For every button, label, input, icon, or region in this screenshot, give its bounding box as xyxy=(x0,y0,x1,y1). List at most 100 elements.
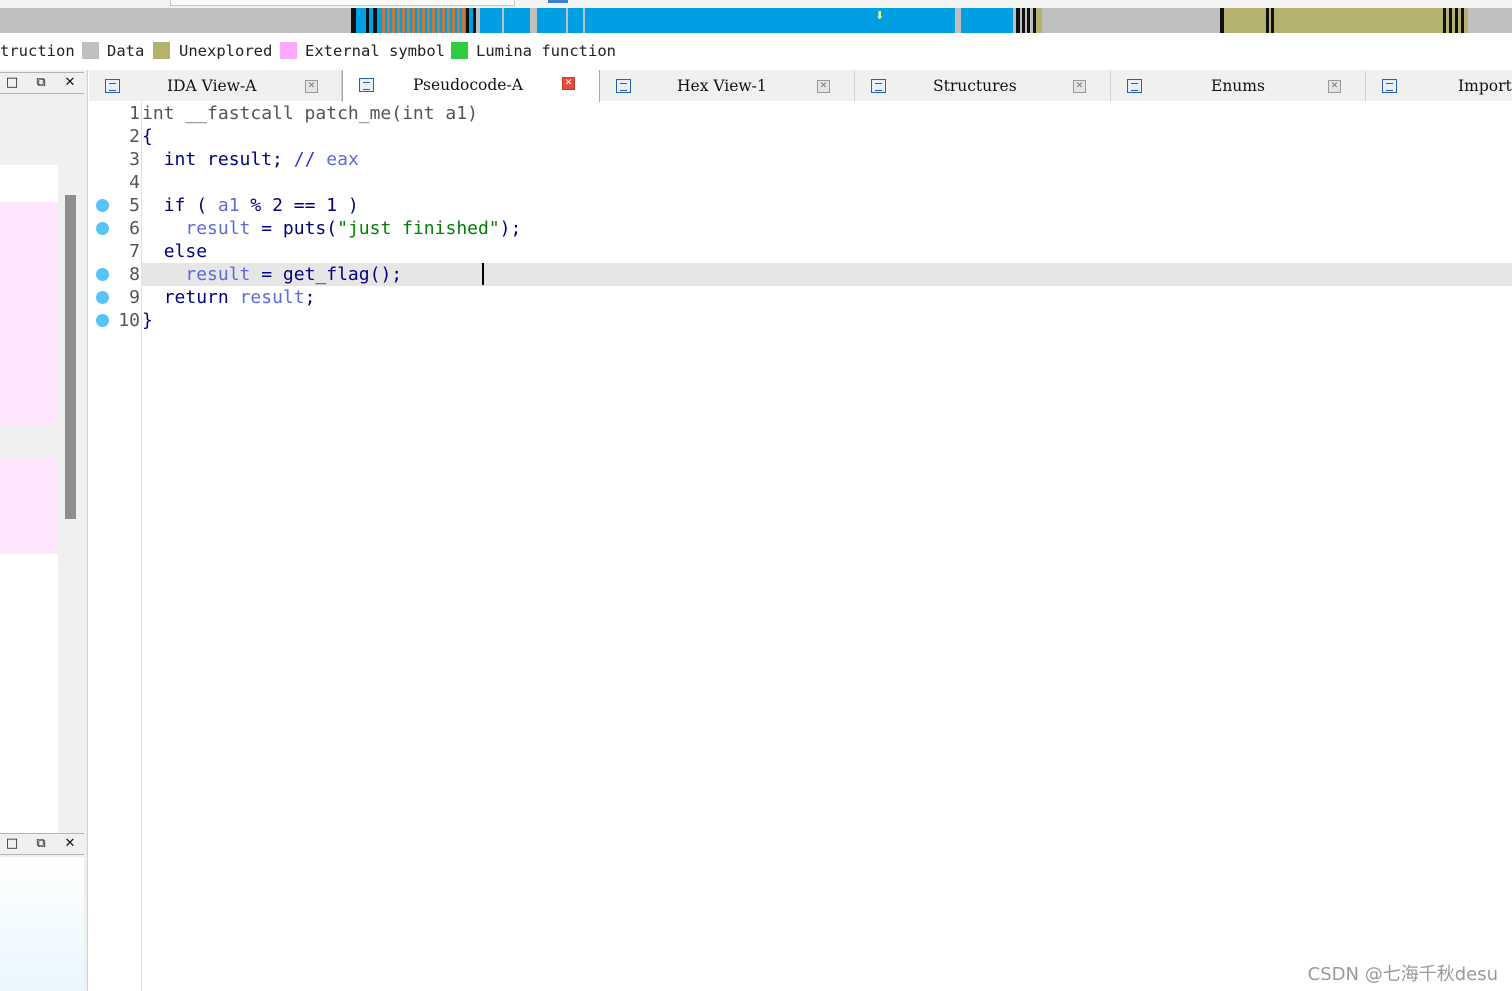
close-icon[interactable]: ✕ xyxy=(562,77,575,90)
line-number: 4 xyxy=(129,172,140,193)
maximize-icon[interactable]: □ xyxy=(4,75,20,91)
legend-label-lumina-function: Lumina function xyxy=(476,42,616,60)
code-token: ( xyxy=(326,218,338,239)
code-token: ); xyxy=(499,218,522,239)
tab-enums[interactable]: Enums ✕ xyxy=(1111,71,1366,101)
code-token-variable: result xyxy=(185,264,251,285)
enums-icon xyxy=(1127,79,1142,93)
graph-overview-panel[interactable] xyxy=(0,857,84,991)
code-line[interactable]: 10 } xyxy=(89,309,1512,332)
nav-legend: truction Data Unexplored External symbol… xyxy=(0,36,1512,66)
pseudocode-editor[interactable]: 1 int __fastcall patch_me(int a1) 2 { 3 … xyxy=(89,102,1512,991)
nav-segment xyxy=(1271,8,1274,33)
code-token: ; xyxy=(304,287,316,308)
nav-segment xyxy=(1461,8,1464,33)
float-window-icon[interactable]: ⧉ xyxy=(33,75,49,91)
tab-label: Hex View-1 xyxy=(677,77,767,95)
left-panel: □ ⧉ ✕ □ ⧉ ✕ xyxy=(0,70,88,991)
tab-pseudocode-a[interactable]: Pseudocode-A ✕ xyxy=(342,70,600,102)
code-token: % 2 == 1 ) xyxy=(239,195,359,216)
nav-segment xyxy=(502,8,504,33)
nav-segment xyxy=(583,8,585,33)
code-line[interactable]: 6 result = puts("just finished"); xyxy=(89,217,1512,240)
nav-segment xyxy=(480,8,530,33)
left-panel-top-titlebar: □ ⧉ ✕ xyxy=(0,72,84,94)
watermark: CSDN @七海千秋desu xyxy=(1307,964,1498,985)
code-line[interactable]: 9 return result; xyxy=(89,286,1512,309)
code-text: result = get_flag(); xyxy=(142,263,402,286)
navigation-band[interactable]: ⬇ xyxy=(0,8,1512,33)
breakpoint-marker[interactable] xyxy=(96,314,109,327)
left-panel-bottom-titlebar: □ ⧉ ✕ xyxy=(0,833,84,855)
code-token-string: "just finished" xyxy=(337,218,500,239)
close-icon[interactable]: ✕ xyxy=(1328,80,1341,93)
line-number: 9 xyxy=(129,287,140,308)
vertical-scrollbar-thumb[interactable] xyxy=(65,195,76,519)
tab-label: Enums xyxy=(1211,77,1265,95)
nav-segment xyxy=(566,8,568,33)
top-strip xyxy=(0,0,1512,8)
tab-imports[interactable]: Import xyxy=(1366,71,1512,101)
code-text: int result; // eax xyxy=(142,148,359,171)
code-line-current[interactable]: 8 result = get_flag(); xyxy=(89,263,1512,286)
close-icon[interactable]: ✕ xyxy=(62,75,78,91)
breakpoint-marker[interactable] xyxy=(96,199,109,212)
nav-segment xyxy=(1266,8,1269,33)
tab-ida-view-a[interactable]: IDA View-A ✕ xyxy=(89,71,342,101)
nav-segment-unexplored xyxy=(1224,8,1468,33)
code-token-keyword: int xyxy=(163,149,197,170)
legend-swatch-data xyxy=(82,42,99,59)
code-line[interactable]: 3 int result; // eax xyxy=(89,148,1512,171)
legend-swatch-unexplored xyxy=(153,42,170,59)
breakpoint-marker[interactable] xyxy=(96,222,109,235)
close-icon[interactable]: ✕ xyxy=(1073,80,1086,93)
nav-segment xyxy=(1455,8,1458,33)
code-line[interactable]: 1 int __fastcall patch_me(int a1) xyxy=(89,102,1512,125)
code-token-function[interactable]: puts xyxy=(283,218,326,239)
imports-icon xyxy=(1382,79,1397,93)
nav-segment xyxy=(356,8,366,33)
breakpoint-marker[interactable] xyxy=(96,268,109,281)
code-text: return result; xyxy=(142,286,316,309)
code-line[interactable]: 7 else xyxy=(89,240,1512,263)
toolbar-marker xyxy=(548,0,568,3)
close-icon[interactable]: ✕ xyxy=(62,836,78,852)
tab-hex-view-1[interactable]: Hex View-1 ✕ xyxy=(600,71,855,101)
legend-label-unexplored: Unexplored xyxy=(179,42,273,60)
code-token: = xyxy=(250,264,283,285)
tab-label: IDA View-A xyxy=(167,77,257,95)
code-token-variable: result xyxy=(239,287,305,308)
close-icon[interactable]: ✕ xyxy=(817,80,830,93)
code-token: (); xyxy=(369,264,403,285)
close-icon[interactable]: ✕ xyxy=(305,80,318,93)
code-line[interactable]: 2 { xyxy=(89,125,1512,148)
code-token-comment: // xyxy=(282,149,327,170)
tab-structures[interactable]: Structures ✕ xyxy=(855,71,1111,101)
float-window-icon[interactable]: ⧉ xyxy=(33,836,49,852)
tab-label: Import xyxy=(1458,77,1512,95)
code-text: int __fastcall patch_me(int a1) xyxy=(142,103,478,124)
line-number: 8 xyxy=(129,264,140,285)
code-token: result; xyxy=(196,149,283,170)
breakpoint-marker[interactable] xyxy=(96,291,109,304)
nav-segment-unexplored xyxy=(1036,8,1042,33)
line-number: 7 xyxy=(129,241,140,262)
function-list-row-external[interactable] xyxy=(0,202,58,426)
function-list-row-external[interactable] xyxy=(0,458,58,554)
legend-label-data: Data xyxy=(107,42,145,60)
tab-bar: IDA View-A ✕ Pseudocode-A ✕ Hex View-1 ✕… xyxy=(89,70,1512,102)
code-text: if ( a1 % 2 == 1 ) xyxy=(142,194,359,217)
code-line[interactable]: 5 if ( a1 % 2 == 1 ) xyxy=(89,194,1512,217)
legend-swatch-lumina-function xyxy=(451,42,468,59)
code-line[interactable]: 4 xyxy=(89,171,1512,194)
nav-segment xyxy=(1443,8,1446,33)
line-number: 6 xyxy=(129,218,140,239)
legend-swatch-external-symbol xyxy=(280,42,297,59)
function-list-row-selected[interactable] xyxy=(0,426,58,458)
maximize-icon[interactable]: □ xyxy=(4,836,20,852)
code-token-register: eax xyxy=(326,149,359,170)
code-token-function[interactable]: get_flag xyxy=(283,264,370,285)
nav-segment-library xyxy=(382,8,466,33)
pseudocode-icon xyxy=(359,78,374,92)
